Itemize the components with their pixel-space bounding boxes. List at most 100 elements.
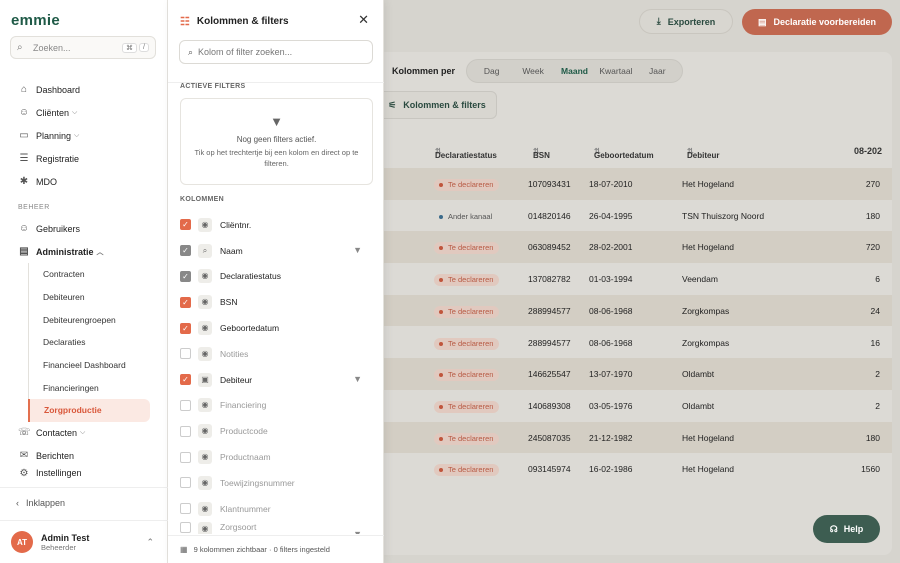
app-logo[interactable]: emmie — [11, 12, 60, 29]
chevron-down-icon: ⌵ — [72, 108, 78, 116]
cell-value: 2 — [875, 369, 880, 380]
header-label: BSN — [533, 151, 550, 160]
search-icon: ⌕ — [17, 42, 23, 53]
eye-icon: ◉ — [198, 295, 212, 310]
column-checkbox[interactable]: ✓ — [180, 322, 191, 334]
period-kwartaal[interactable]: Kwartaal — [595, 66, 636, 76]
column-name: Debiteur — [220, 374, 253, 385]
section-label-beheer: BEHEER — [18, 203, 50, 211]
column-item[interactable]: ✓ ◉ Declaratiestatus — [180, 264, 376, 290]
column-checkbox[interactable]: ✓ — [180, 374, 191, 386]
sidebar-subitem-debiteuren[interactable]: Debiteuren — [29, 286, 168, 309]
column-item[interactable]: ✓ ◉ Geboortedatum — [180, 315, 376, 341]
table-row[interactable]: Te declareren 245087035 21-12-1982 Het Hoge… — [384, 421, 892, 454]
sidebar-subitem-contracten[interactable]: Contracten — [29, 263, 168, 286]
chevron-left-icon: ‹ — [16, 497, 19, 508]
column-checkbox[interactable]: ✓ — [180, 296, 191, 308]
sidebar-subitem-financieringen[interactable]: Financieringen — [29, 376, 168, 399]
column-checkbox[interactable]: ✓ — [180, 219, 191, 231]
sidebar-item-administratie[interactable]: ▤ Administratie ︿ — [0, 240, 168, 263]
sidebar-subitem-declaraties[interactable]: Declaraties — [29, 331, 168, 354]
sidebar-item-registratie[interactable]: ☰ Registratie — [0, 147, 168, 170]
column-checkbox[interactable] — [180, 348, 191, 360]
cell-value: 180 — [865, 210, 880, 221]
avatar: AT — [11, 531, 33, 553]
eye-icon: ◉ — [198, 321, 212, 336]
table-row[interactable]: Te declareren 093145974 16-02-1986 Het Hoge… — [384, 453, 892, 485]
status-badge: Te declareren — [434, 274, 500, 287]
sidebar-item-planning[interactable]: ▭ Planning ⌵ — [0, 124, 168, 147]
sidebar-subitem-zorgproductie[interactable]: Zorgproductie — [28, 399, 150, 422]
sidebar-search-input[interactable]: ⌕ Zoeken... ⌘ / — [10, 36, 156, 59]
column-name: Productnaam — [220, 452, 271, 463]
sidebar-item-contacten[interactable]: ☏ Contacten ⌵ — [0, 422, 168, 445]
header-debiteur[interactable]: Debiteur ⇅ — [687, 147, 719, 160]
chevron-down-icon: ⌵ — [74, 131, 80, 139]
sidebar-subitem-debiteurengroepen[interactable]: Debiteurengroepen — [29, 308, 168, 331]
table-row[interactable]: Te declareren 288994577 08-06-1968 Zorgkomp… — [384, 327, 892, 359]
period-week[interactable]: Week — [512, 66, 553, 76]
column-checkbox[interactable] — [180, 521, 191, 533]
column-item[interactable]: ◉ Zorgsoort ▼ — [180, 521, 376, 534]
column-checkbox[interactable] — [180, 477, 191, 489]
users-icon: ☺ — [18, 106, 30, 118]
column-checkbox[interactable] — [180, 399, 191, 411]
status-badge: Te declareren — [434, 464, 500, 477]
sidebar-item-dashboard[interactable]: ⌂ Dashboard — [0, 78, 168, 101]
cell-bsn: 063089452 — [528, 242, 571, 253]
declaratie-voorbereiden-button[interactable]: ▤ Declaratie voorbereiden — [742, 9, 892, 35]
sidebar-item-mdo[interactable]: ✱ MDO — [0, 170, 168, 193]
column-item[interactable]: ✓ ▣ Debiteur ▼ — [180, 367, 376, 393]
table-row[interactable]: Te declareren 063089452 28-02-2001 Het Hoge… — [384, 231, 892, 263]
help-button[interactable]: ☊ Help — [813, 515, 880, 543]
collapse-sidebar-button[interactable]: ‹ Inklappen — [0, 487, 168, 517]
sidebar-subitem-financieel-dashboard[interactable]: Financieel Dashboard — [29, 354, 168, 377]
funnel-icon[interactable]: ▼ — [353, 374, 362, 384]
header-geboortedatum[interactable]: Geboortedatum ⇅ — [594, 147, 654, 160]
close-icon[interactable]: ✕ — [358, 12, 369, 28]
column-checkbox[interactable]: ✓ — [180, 270, 191, 282]
sidebar-item-instellingen[interactable]: ⚙ Instellingen — [0, 468, 168, 478]
document-icon: ▤ — [19, 245, 29, 257]
users-icon: ☺ — [18, 222, 30, 234]
column-checkbox[interactable]: ✓ — [180, 245, 191, 257]
column-item[interactable]: ◉ Toewijzingsnummer — [180, 470, 376, 496]
active-filters-empty: ▼ Nog geen filters actief. Tik op het tr… — [180, 98, 373, 185]
column-item[interactable]: ◉ Notities — [180, 341, 376, 367]
column-checkbox[interactable] — [180, 503, 191, 515]
header-bsn[interactable]: BSN ⇅ — [533, 147, 550, 160]
column-item[interactable]: ✓ ◉ BSN — [180, 289, 376, 315]
sidebar-item-gebruikers[interactable]: ☺ Gebruikers — [0, 217, 168, 240]
table-row[interactable]: Te declareren 107093431 18-07-2010 Het Hoge… — [384, 168, 892, 200]
columns-filters-button[interactable]: ⚟ Kolommen & filters — [377, 91, 497, 119]
column-item[interactable]: ◉ Klantnummer — [180, 496, 376, 522]
user-menu[interactable]: AT Admin Test Beheerder ⌃ — [0, 520, 168, 563]
columns-label: KOLOMMEN — [180, 196, 225, 203]
eye-icon: ◉ — [198, 450, 212, 465]
header-period[interactable]: 08-202 — [854, 146, 882, 156]
export-button[interactable]: ⤓ Exporteren — [639, 9, 733, 34]
table-row[interactable]: Te declareren 137082782 01-03-1994 Veendam 6 — [384, 263, 892, 295]
column-item[interactable]: ✓ ⌕ Naam ▼ — [180, 238, 376, 264]
panel-search-input[interactable]: ⌕ Kolom of filter zoeken... — [179, 40, 373, 64]
header-declaratiestatus[interactable]: Declaratiestatus ⇅ — [435, 147, 497, 160]
table-row[interactable]: Te declareren 140689308 03-05-1976 Oldambt 2 — [384, 390, 892, 422]
funnel-icon[interactable]: ▼ — [353, 529, 362, 534]
column-item[interactable]: ◉ Productcode — [180, 418, 376, 444]
column-item[interactable]: ✓ ◉ Cliëntnr. — [180, 212, 376, 238]
table-row[interactable]: Te declareren 146625547 13-07-1970 Oldambt 2 — [384, 358, 892, 390]
column-checkbox[interactable] — [180, 425, 191, 437]
column-checkbox[interactable] — [180, 451, 191, 463]
period-jaar[interactable]: Jaar — [637, 66, 678, 76]
funnel-icon[interactable]: ▼ — [353, 245, 362, 255]
cell-bsn: 137082782 — [528, 274, 571, 285]
table-row[interactable]: Ander kanaal 014820146 26-04-1995 TSN Thuis… — [384, 200, 892, 232]
table-row[interactable]: Te declareren 288994577 08-06-1968 Zorgkomp… — [384, 294, 892, 327]
sidebar-item-berichten[interactable]: ✉ Berichten — [0, 445, 168, 468]
column-item[interactable]: ◉ Financiering — [180, 393, 376, 419]
sidebar-item-clienten[interactable]: ☺ Cliënten ⌵ — [0, 101, 168, 124]
column-item[interactable]: ◉ Productnaam — [180, 444, 376, 470]
period-dag[interactable]: Dag — [471, 66, 512, 76]
cell-debiteur: Het Hogeland — [682, 179, 734, 189]
period-maand[interactable]: Maand — [554, 66, 595, 76]
